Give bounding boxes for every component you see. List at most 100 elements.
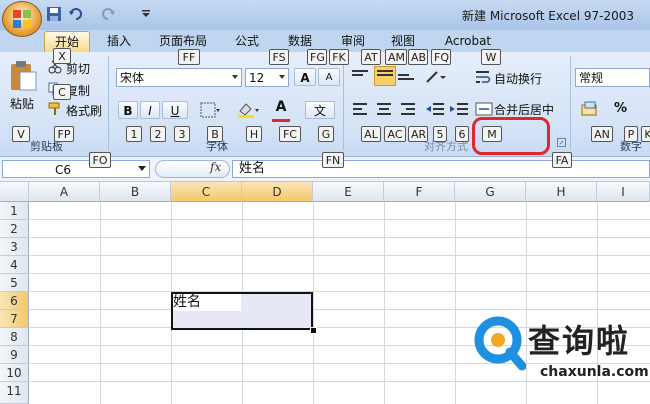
select-all-corner[interactable] xyxy=(0,182,29,202)
keytip-g[interactable]: G xyxy=(318,126,334,142)
keytip-fp[interactable]: FP xyxy=(54,126,74,142)
row-header[interactable]: 11 xyxy=(0,382,29,404)
align-middle-button[interactable] xyxy=(374,66,396,86)
row-header[interactable]: 8 xyxy=(0,328,29,346)
row-header[interactable]: 7 xyxy=(0,310,29,328)
align-right-icon[interactable] xyxy=(398,101,416,117)
keytip-fk[interactable]: FK xyxy=(329,49,349,65)
orientation-icon[interactable] xyxy=(424,68,448,86)
keytip-x[interactable]: X xyxy=(53,48,71,64)
keytip-p[interactable]: P xyxy=(624,126,638,142)
align-top-button[interactable] xyxy=(352,68,372,86)
align-center-icon[interactable] xyxy=(375,101,393,117)
percent-style-button[interactable]: % xyxy=(614,101,627,116)
merge-center-icon[interactable] xyxy=(475,101,493,117)
font-size-combo[interactable]: 12 xyxy=(245,68,289,87)
row-header[interactable]: 1 xyxy=(0,202,29,220)
undo-icon[interactable] xyxy=(68,6,84,22)
row-header[interactable]: 3 xyxy=(0,238,29,256)
keytip-h[interactable]: H xyxy=(246,126,262,142)
keytip-6[interactable]: 6 xyxy=(455,126,469,142)
insert-function-button[interactable]: fx xyxy=(210,160,221,174)
decrease-indent-icon[interactable] xyxy=(425,101,445,117)
tab-data[interactable]: 数据 xyxy=(285,31,315,51)
keytip-w[interactable]: W xyxy=(481,49,501,65)
keytip-fs[interactable]: FS xyxy=(269,49,289,65)
column-header[interactable]: B xyxy=(100,182,171,202)
shrink-font-button[interactable]: A xyxy=(318,68,340,86)
keytip-3[interactable]: 3 xyxy=(174,126,190,142)
tab-view[interactable]: 视图 xyxy=(388,31,418,51)
column-header[interactable]: H xyxy=(526,182,597,202)
tab-review[interactable]: 审阅 xyxy=(338,31,368,51)
font-color-button[interactable]: A xyxy=(272,99,290,122)
borders-icon[interactable] xyxy=(199,101,221,119)
keytip-fn[interactable]: FN xyxy=(322,152,344,168)
keytip-2[interactable]: 2 xyxy=(150,126,166,142)
column-header[interactable]: C xyxy=(171,182,242,202)
tab-formulas[interactable]: 公式 xyxy=(232,31,262,51)
keytip-fa[interactable]: FA xyxy=(552,152,572,168)
row-header[interactable]: 2 xyxy=(0,220,29,238)
accounting-format-icon[interactable] xyxy=(580,101,602,119)
active-cell[interactable]: 姓名 xyxy=(173,294,241,311)
row-header[interactable]: 9 xyxy=(0,346,29,364)
keytip-ff[interactable]: FF xyxy=(178,49,200,65)
keytip-fg[interactable]: FG xyxy=(307,49,327,65)
tab-page-layout[interactable]: 页面布局 xyxy=(153,31,213,51)
keytip-ab[interactable]: AB xyxy=(408,49,428,65)
customize-qat-icon[interactable] xyxy=(138,6,154,22)
keytip-c[interactable]: C xyxy=(53,84,71,100)
italic-button[interactable]: I xyxy=(140,101,160,119)
keytip-fc[interactable]: FC xyxy=(279,126,301,142)
name-box[interactable]: C6 xyxy=(2,160,150,178)
row-header[interactable]: 4 xyxy=(0,256,29,274)
keytip-fo[interactable]: FO xyxy=(89,152,111,168)
keytip-fq[interactable]: FQ xyxy=(431,49,451,65)
keytip-v[interactable]: V xyxy=(12,126,30,142)
keytip-ac[interactable]: AC xyxy=(384,126,406,142)
keytip-b[interactable]: B xyxy=(207,126,223,142)
redo-icon[interactable] xyxy=(100,6,116,22)
format-painter-icon[interactable] xyxy=(48,102,62,116)
name-box-dropdown-icon[interactable] xyxy=(138,166,146,172)
paste-icon[interactable] xyxy=(8,60,38,92)
bold-button[interactable]: B xyxy=(118,101,138,119)
column-header[interactable]: A xyxy=(29,182,100,202)
column-header[interactable]: F xyxy=(384,182,455,202)
keytip-an[interactable]: AN xyxy=(591,126,613,142)
keytip-1[interactable]: 1 xyxy=(126,126,142,142)
row-header[interactable]: 10 xyxy=(0,364,29,382)
column-header[interactable]: I xyxy=(597,182,650,202)
underline-button[interactable]: U xyxy=(162,101,188,119)
dialog-launcher-icon[interactable] xyxy=(557,138,566,147)
align-bottom-button[interactable] xyxy=(398,68,418,86)
align-left-icon[interactable] xyxy=(352,101,370,117)
format-painter-label[interactable]: 格式刷 xyxy=(66,102,102,119)
increase-indent-icon[interactable] xyxy=(449,101,469,117)
phonetic-guide-button[interactable]: 文 xyxy=(305,101,335,119)
row-header[interactable]: 6 xyxy=(0,292,29,310)
tab-acrobat[interactable]: Acrobat xyxy=(440,31,496,51)
tab-insert[interactable]: 插入 xyxy=(104,31,134,51)
keytip-am[interactable]: AM xyxy=(385,49,407,65)
number-format-combo[interactable]: 常规 xyxy=(575,68,650,87)
paste-label[interactable]: 粘贴 xyxy=(10,95,34,112)
keytip-at[interactable]: AT xyxy=(361,49,381,65)
fill-color-icon[interactable] xyxy=(236,101,260,119)
keytip-al[interactable]: AL xyxy=(361,126,381,142)
wrap-text-icon[interactable] xyxy=(475,69,491,85)
column-header[interactable]: D xyxy=(242,182,313,202)
fill-handle[interactable] xyxy=(310,327,317,334)
keytip-k[interactable]: K xyxy=(641,126,650,142)
merge-center-label[interactable]: 合并后居中 xyxy=(494,101,554,115)
wrap-text-label[interactable]: 自动换行 xyxy=(494,70,542,87)
column-header[interactable]: G xyxy=(455,182,526,202)
font-name-combo[interactable]: 宋体 xyxy=(116,68,242,87)
office-button[interactable] xyxy=(2,1,42,37)
formula-input[interactable]: 姓名 xyxy=(232,160,650,178)
save-icon[interactable] xyxy=(46,6,62,22)
keytip-5[interactable]: 5 xyxy=(433,126,447,142)
grow-font-button[interactable]: A xyxy=(294,68,316,86)
keytip-ar[interactable]: AR xyxy=(408,126,428,142)
